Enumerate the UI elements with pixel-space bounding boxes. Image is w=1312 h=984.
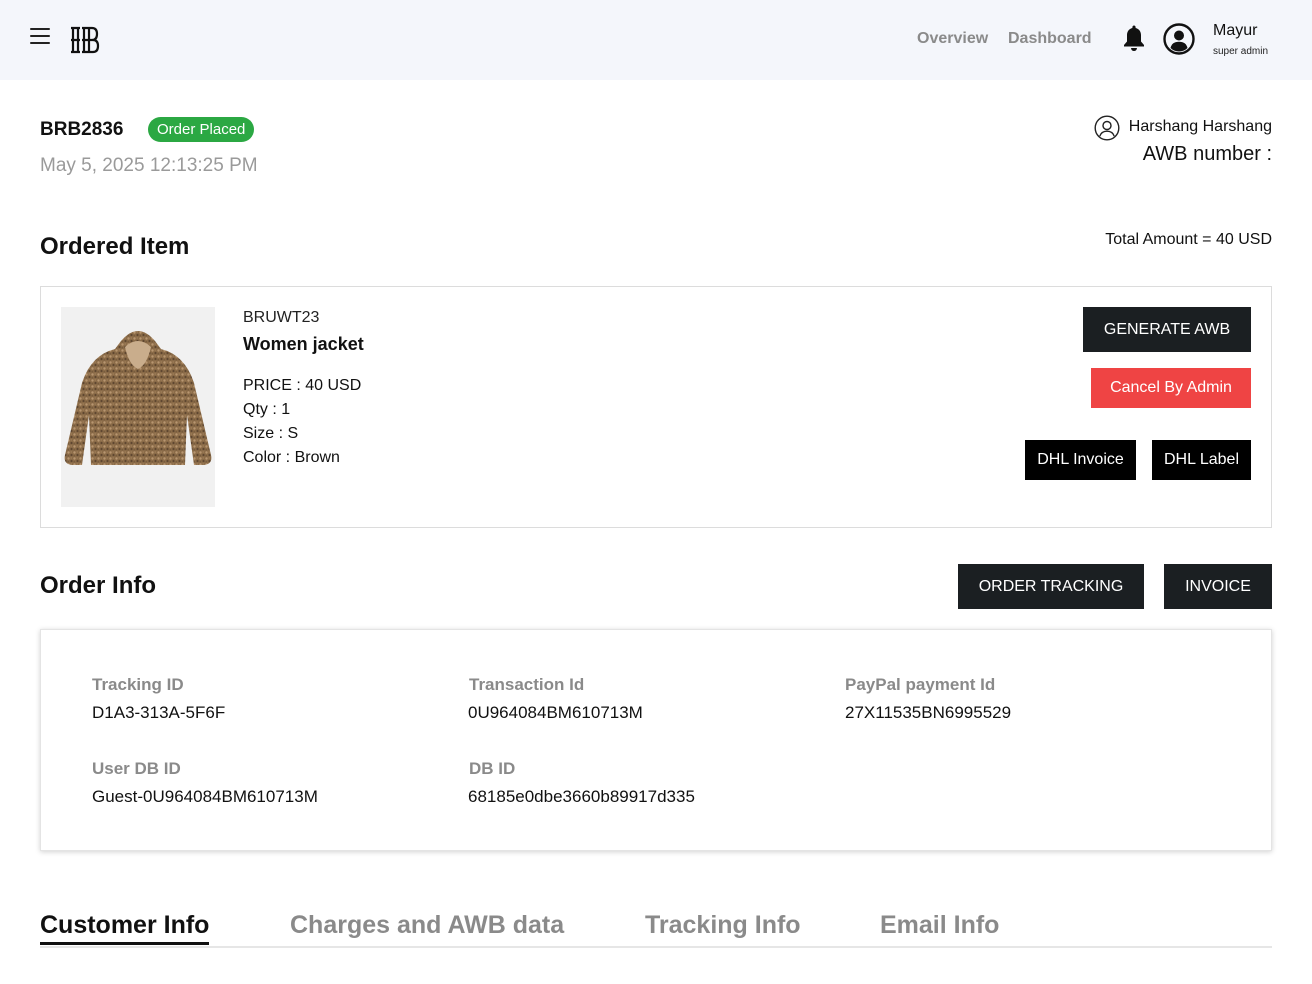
awb-number-label: AWB number : [1142, 143, 1272, 165]
cancel-by-admin-button[interactable]: Cancel By Admin [1091, 368, 1251, 408]
invoice-button[interactable]: INVOICE [1164, 564, 1272, 609]
ordered-item-card: BRUWT23 Women jacket PRICE : 40 USD Qty … [40, 286, 1272, 528]
product-size: Size : S [243, 425, 299, 442]
customer-name: Harshang Harshang [1128, 118, 1272, 135]
tab-charges-awb[interactable]: Charges and AWB data [290, 911, 564, 940]
status-badge: Order Placed [148, 117, 255, 142]
customer-icon [1094, 115, 1120, 141]
transaction-id-label: Transaction Id [469, 675, 585, 694]
tracking-id-label: Tracking ID [92, 675, 184, 694]
total-amount: Total Amount = 40 USD [1105, 231, 1272, 248]
tracking-id-value: D1A3-313A-5F6F [92, 703, 226, 722]
paypal-id-value: 27X11535BN6995529 [845, 703, 1012, 722]
user-db-id-label: User DB ID [92, 759, 181, 778]
tab-tracking-info[interactable]: Tracking Info [645, 911, 801, 940]
dhl-label-button[interactable]: DHL Label [1152, 440, 1251, 480]
tabs-divider [40, 946, 1272, 948]
product-color: Color : Brown [243, 449, 340, 466]
order-info-card: Tracking ID D1A3-313A-5F6F Transaction I… [40, 629, 1272, 851]
product-price: PRICE : 40 USD [243, 377, 362, 394]
product-image [61, 307, 215, 507]
nav-dashboard[interactable]: Dashboard [1008, 30, 1092, 48]
user-db-id-value: Guest-0U964084BM610713M [92, 787, 318, 806]
menu-icon[interactable] [30, 27, 51, 45]
order-tracking-button[interactable]: ORDER TRACKING [958, 564, 1144, 609]
user-name: Mayur [1213, 22, 1258, 39]
product-qty: Qty : 1 [243, 401, 291, 418]
active-tab-indicator [40, 942, 209, 945]
tab-email-info[interactable]: Email Info [880, 911, 999, 940]
generate-awb-button[interactable]: GENERATE AWB [1083, 307, 1251, 352]
nav-overview[interactable]: Overview [917, 30, 988, 48]
transaction-id-value: 0U964084BM610713M [468, 703, 643, 722]
paypal-id-label: PayPal payment Id [845, 675, 996, 694]
dhl-invoice-button[interactable]: DHL Invoice [1025, 440, 1136, 480]
product-name: Women jacket [243, 334, 364, 354]
order-info-title: Order Info [40, 572, 157, 599]
order-date: May 5, 2025 12:13:25 PM [40, 155, 258, 176]
bell-icon[interactable] [1123, 24, 1145, 52]
ordered-item-title: Ordered Item [40, 233, 190, 260]
db-id-value: 68185e0dbe3660b89917d335 [468, 787, 695, 806]
product-sku: BRUWT23 [243, 309, 320, 326]
brand-logo[interactable] [68, 24, 100, 56]
tab-customer-info[interactable]: Customer Info [40, 911, 209, 940]
top-bar: Overview Dashboard Mayur super admin [0, 0, 1312, 80]
user-circle-icon[interactable] [1163, 23, 1195, 55]
user-role: super admin [1213, 46, 1269, 57]
order-id: BRB2836 [40, 119, 124, 140]
db-id-label: DB ID [469, 759, 516, 778]
